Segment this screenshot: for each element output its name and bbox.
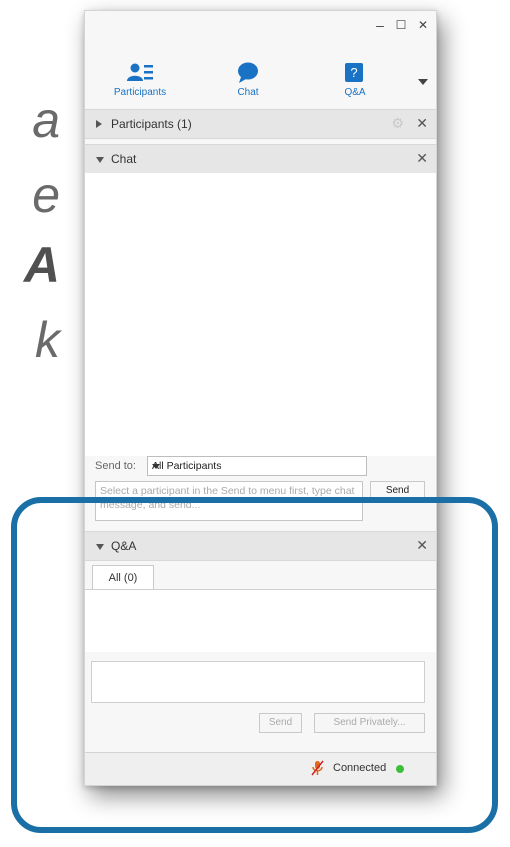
gear-icon[interactable]: ⚙ — [391, 115, 404, 132]
background-letter-e: e — [32, 167, 60, 223]
collapse-arrow-icon[interactable] — [96, 544, 104, 550]
chat-tool-button[interactable]: Chat — [213, 61, 283, 98]
collapse-arrow-icon[interactable] — [96, 157, 104, 163]
connection-status-text: Connected — [333, 762, 387, 774]
chat-bubble-icon — [236, 61, 260, 85]
chat-panel-title: Chat — [111, 152, 137, 166]
muted-mic-icon[interactable] — [311, 760, 325, 776]
chevron-down-icon — [152, 464, 160, 469]
send-to-value: All Participants — [152, 460, 222, 472]
question-icon: ? — [343, 61, 367, 85]
background-letter-k: k — [35, 312, 60, 368]
qa-tool-button[interactable]: ? Q&A — [320, 61, 390, 98]
close-window-button[interactable]: ✕ — [415, 17, 431, 33]
minimize-button[interactable]: – — [372, 17, 388, 33]
qa-send-privately-button[interactable]: Send Privately... — [314, 713, 425, 733]
qa-send-button[interactable]: Send — [259, 713, 302, 733]
chat-panel-header[interactable]: Chat ✕ — [85, 144, 436, 174]
chat-send-button[interactable]: Send — [370, 481, 425, 501]
send-to-label: Send to: — [95, 460, 136, 472]
participants-panel-title: Participants (1) — [111, 117, 192, 131]
background-letter-A: A — [23, 237, 60, 293]
status-bar: Connected — [85, 752, 436, 785]
chat-tool-label: Chat — [237, 87, 259, 98]
close-chat-icon[interactable]: ✕ — [416, 150, 428, 167]
svg-text:?: ? — [350, 65, 357, 80]
qa-tab-all[interactable]: All (0) — [92, 565, 154, 590]
qa-question-input[interactable] — [91, 661, 425, 703]
meeting-panel-window: – ☐ ✕ Participants Chat ? Q&A Participan… — [84, 10, 437, 786]
maximize-button[interactable]: ☐ — [393, 17, 409, 33]
connected-indicator-icon — [396, 765, 404, 773]
qa-panel-title: Q&A — [111, 539, 137, 553]
send-to-dropdown[interactable]: All Participants — [147, 456, 367, 476]
participants-tool-button[interactable]: Participants — [105, 61, 175, 98]
participants-tool-label: Participants — [113, 87, 167, 98]
close-qa-icon[interactable]: ✕ — [416, 537, 428, 554]
qa-panel-header[interactable]: Q&A ✕ — [85, 531, 436, 561]
expand-arrow-icon[interactable] — [96, 120, 102, 128]
title-bar: – ☐ ✕ — [85, 11, 436, 41]
qa-tool-label: Q&A — [344, 87, 366, 98]
qa-question-list[interactable] — [85, 590, 436, 652]
background-letter-a: a — [32, 92, 60, 148]
chat-message-input[interactable]: Select a participant in the Send to menu… — [95, 481, 363, 521]
toolbar-menu-dropdown-icon[interactable] — [418, 79, 428, 85]
participants-panel-header[interactable]: Participants (1) ⚙ ✕ — [85, 109, 436, 139]
participants-icon — [125, 61, 155, 85]
close-participants-icon[interactable]: ✕ — [416, 115, 428, 132]
panel-toolbar: Participants Chat ? Q&A — [85, 61, 436, 116]
chat-messages-area[interactable] — [85, 173, 436, 456]
